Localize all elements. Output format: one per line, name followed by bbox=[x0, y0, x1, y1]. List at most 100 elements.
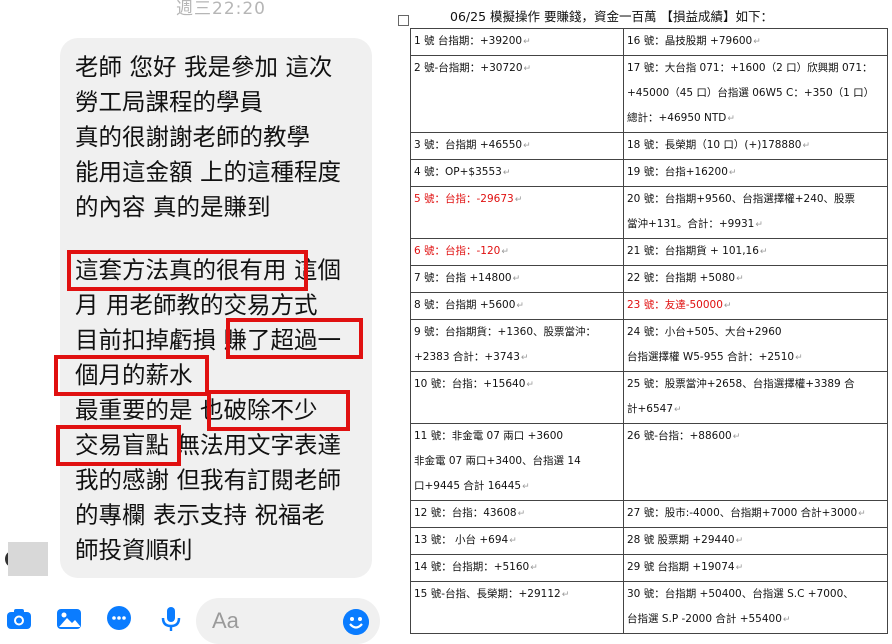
table-row: 11 號：非金電 07 兩口 +3600 非金電 07 兩口+3400、台指選 1… bbox=[410, 423, 888, 501]
result-cell-right[interactable]: 20 號：台指期+9560、台指選擇權+240、股票 當沖+131。合計：+993… bbox=[623, 186, 888, 239]
result-cell-right[interactable]: 26 號-台指：+88600↵ bbox=[623, 423, 888, 501]
cell-text: 25 號：股票當沖+2658、台指選擇權+3389 合 bbox=[627, 378, 855, 390]
cell-text: 2 號-台指期：+30720 bbox=[414, 62, 523, 74]
result-cell-right[interactable]: 29 號 台指期 +19074↵ bbox=[623, 554, 888, 582]
results-table: 1 號 台指期：+39200↵ 16 號：晶技股期 +79600↵ 2 號-台指期：… bbox=[410, 28, 888, 634]
table-row: 14 號：台指期：+5160↵ 29 號 台指期 +19074↵ bbox=[410, 554, 888, 582]
result-cell-left[interactable]: 14 號：台指期：+5160↵ bbox=[410, 554, 624, 582]
result-cell-left[interactable]: 5 號：台指：-29673↵ bbox=[410, 186, 624, 239]
cell-text: 14 號：台指期：+5160 bbox=[414, 561, 530, 573]
result-cell-left[interactable]: 2 號-台指期：+30720↵ bbox=[410, 55, 624, 133]
cell-text: 26 號-台指：+88600 bbox=[627, 430, 732, 442]
result-cell-right[interactable]: 16 號：晶技股期 +79600↵ bbox=[623, 28, 888, 56]
paragraph-mark-icon: ↵ bbox=[526, 380, 534, 390]
message-line: 的專欄 表示支持 祝福老 bbox=[75, 501, 325, 529]
camera-icon[interactable] bbox=[6, 606, 32, 632]
message-line: 勞工局課程的學員 bbox=[75, 88, 263, 116]
microphone-icon[interactable] bbox=[158, 606, 184, 632]
result-cell-left[interactable]: 7 號：台指 +14800↵ bbox=[410, 265, 624, 293]
result-cell-left[interactable]: 1 號 台指期：+39200↵ bbox=[410, 28, 624, 56]
table-row: 12 號：台指：43608↵ 27 號：股市:-4000、台指期+7000 合計+… bbox=[410, 500, 888, 528]
paragraph-mark-icon: ↵ bbox=[509, 536, 517, 546]
paragraph-mark-icon: ↵ bbox=[802, 141, 811, 151]
paragraph-mark-icon: ↵ bbox=[732, 432, 741, 442]
table-move-handle-icon[interactable] bbox=[398, 15, 409, 26]
message-line: 師投資順利 bbox=[75, 536, 193, 564]
cell-text: 台指選擇權 W5-955 合計：+2510 bbox=[627, 351, 795, 363]
highlight-box bbox=[226, 318, 363, 359]
cell-text: 1 號 台指期：+39200 bbox=[414, 35, 523, 47]
paragraph-mark-icon: ↵ bbox=[514, 195, 523, 205]
paragraph-mark-icon: ↵ bbox=[523, 37, 531, 47]
cell-text: 21 號：台指期貨 + 101,16 bbox=[627, 245, 759, 257]
cell-text: +45000（45 口）台指選 06W5 C：+350（1 口） bbox=[627, 87, 875, 99]
document-panel: 06/25 模擬操作 要賺錢，資金一百萬 【損益成績】如下： 1 號 台指期：+… bbox=[398, 0, 892, 644]
emoji-icon[interactable] bbox=[343, 609, 369, 635]
cell-text: 19 號：台指+16200 bbox=[627, 166, 728, 178]
paragraph-mark-icon: ↵ bbox=[736, 274, 744, 284]
paragraph-mark-icon: ↵ bbox=[501, 247, 509, 257]
result-cell-right[interactable]: 28 號 股票期 +29440↵ bbox=[623, 527, 888, 555]
chat-panel: 週三22:20 老師 您好 我是參加 這次 勞工局課程的學員 真的很謝謝老師的教學… bbox=[0, 0, 392, 644]
result-cell-left[interactable]: 12 號：台指：43608↵ bbox=[410, 500, 624, 528]
result-cell-right[interactable]: 27 號：股市:-4000、台指期+7000 合計+3000↵ bbox=[623, 500, 888, 528]
photo-icon[interactable] bbox=[56, 606, 82, 632]
document-heading: 06/25 模擬操作 要賺錢，資金一百萬 【損益成績】如下： bbox=[450, 9, 773, 24]
table-row: 10 號：台指：+15640↵ 25 號：股票當沖+2658、台指選擇權+3389… bbox=[410, 371, 888, 424]
cell-text: 9 號：台指期貨：+1360、股票當沖： bbox=[414, 326, 597, 338]
cell-text: 24 號：小台+505、大台+2960 bbox=[627, 326, 782, 338]
paragraph-mark-icon: ↵ bbox=[727, 114, 735, 124]
messenger-icon[interactable] bbox=[106, 606, 132, 632]
cell-text: 30 號：台指期 +50400、台指選 S.C +7000、 bbox=[627, 588, 854, 600]
message-line: 我的感謝 但我有訂閱老師 bbox=[75, 466, 341, 494]
table-row: 6 號：台指：-120↵ 21 號：台指期貨 + 101,16↵ bbox=[410, 238, 888, 266]
cell-text: 28 號 股票期 +29440 bbox=[627, 534, 735, 546]
cell-text: 18 號：長榮期（10 口）(+)178880 bbox=[627, 139, 802, 151]
cell-text: 6 號：台指：-120 bbox=[414, 245, 501, 257]
result-cell-right[interactable]: 18 號：長榮期（10 口）(+)178880↵ bbox=[623, 132, 888, 160]
cell-text: 7 號：台指 +14800 bbox=[414, 272, 512, 284]
paragraph-mark-icon: ↵ bbox=[502, 168, 511, 178]
result-cell-right[interactable]: 19 號：台指+16200↵ bbox=[623, 159, 888, 187]
result-cell-left[interactable]: 9 號：台指期貨：+1360、股票當沖： +2383 合計：+3743↵ bbox=[410, 319, 624, 372]
result-cell-right[interactable]: 30 號：台指期 +50400、台指選 S.C +7000、 台指選 S.P -2… bbox=[623, 581, 888, 634]
cell-text: 11 號：非金電 07 兩口 +3600 bbox=[414, 430, 564, 442]
result-cell-right[interactable]: 17 號：大台指 071：+1600（2 口）欣興期 071： +45000（45… bbox=[623, 55, 888, 133]
paragraph-mark-icon: ↵ bbox=[523, 64, 532, 74]
cell-text: 22 號：台指期 +5080 bbox=[627, 272, 736, 284]
cell-text: 27 號：股市:-4000、台指期+7000 合計+3000 bbox=[627, 507, 858, 519]
result-cell-right[interactable]: 21 號：台指期貨 + 101,16↵ bbox=[623, 238, 888, 266]
result-cell-left[interactable]: 10 號：台指：+15640↵ bbox=[410, 371, 624, 424]
result-cell-left[interactable]: 15 號-台指、長榮期：+29112↵ bbox=[410, 581, 624, 634]
result-cell-left[interactable]: 13 號： 小台 +694↵ bbox=[410, 527, 624, 555]
paragraph-mark-icon: ↵ bbox=[782, 615, 791, 625]
result-cell-left[interactable]: 11 號：非金電 07 兩口 +3600 非金電 07 兩口+3400、台指選 1… bbox=[410, 423, 624, 501]
cell-text: 13 號： 小台 +694 bbox=[414, 534, 509, 546]
result-cell-left[interactable]: 4 號：OP+$3553↵ bbox=[410, 159, 624, 187]
highlight-box bbox=[67, 250, 308, 291]
table-row: 7 號：台指 +14800↵ 22 號：台指期 +5080↵ bbox=[410, 265, 888, 293]
result-cell-right[interactable]: 25 號：股票當沖+2658、台指選擇權+3389 合計+6547↵ bbox=[623, 371, 888, 424]
highlight-box bbox=[56, 425, 181, 466]
result-cell-right[interactable]: 24 號：小台+505、大台+2960 台指選擇權 W5-955 合計：+2510… bbox=[623, 319, 888, 372]
paragraph-mark-icon: ↵ bbox=[516, 301, 524, 311]
avatar[interactable] bbox=[8, 542, 48, 576]
cell-text: 非金電 07 兩口+3400、台指選 14 bbox=[414, 455, 581, 467]
cell-text: 4 號：OP+$3553 bbox=[414, 166, 502, 178]
cell-text: 8 號：台指期 +5600 bbox=[414, 299, 516, 311]
result-cell-left[interactable]: 8 號：台指期 +5600↵ bbox=[410, 292, 624, 320]
result-cell-left[interactable]: 6 號：台指：-120↵ bbox=[410, 238, 624, 266]
result-cell-left[interactable]: 3 號：台指期 +46550↵ bbox=[410, 132, 624, 160]
table-row: 4 號：OP+$3553↵ 19 號：台指+16200↵ bbox=[410, 159, 888, 187]
cell-text: 台指選 S.P -2000 合計 +55400 bbox=[627, 613, 782, 625]
message-timestamp: 週三22:20 bbox=[176, 0, 266, 19]
paragraph-mark-icon: ↵ bbox=[512, 274, 521, 284]
paragraph-mark-icon: ↵ bbox=[522, 482, 530, 492]
cell-text: 計+6547 bbox=[627, 403, 674, 415]
table-row: 8 號：台指期 +5600↵ 23 號：友達-50000↵ bbox=[410, 292, 888, 320]
cell-text: 16 號：晶技股期 +79600 bbox=[627, 35, 753, 47]
result-cell-right[interactable]: 23 號：友達-50000↵ bbox=[623, 292, 888, 320]
result-cell-right[interactable]: 22 號：台指期 +5080↵ bbox=[623, 265, 888, 293]
table-row: 2 號-台指期：+30720↵ 17 號：大台指 071：+1600（2 口）欣興… bbox=[410, 55, 888, 133]
message-line: 能用這金額 上的這種程度 bbox=[75, 158, 341, 186]
